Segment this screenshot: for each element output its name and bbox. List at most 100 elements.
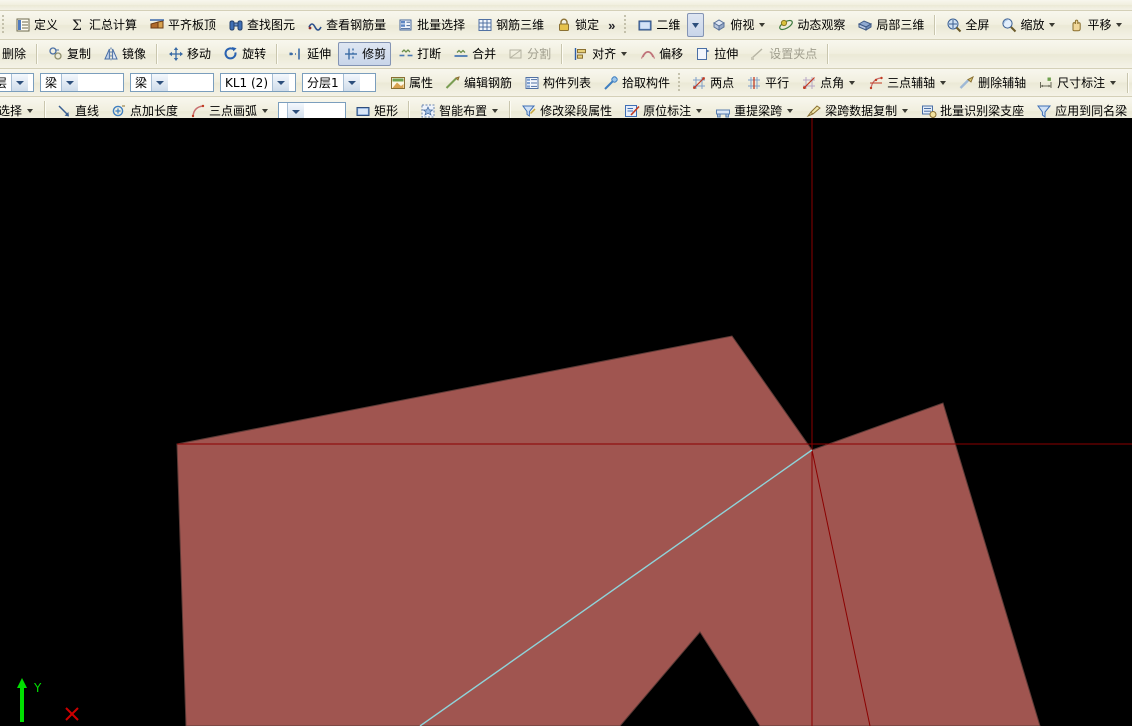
chevron-down-icon[interactable] bbox=[1049, 23, 1056, 27]
axis-gizmo: Y bbox=[8, 660, 88, 724]
toolbar-button-member-list[interactable]: 构件列表 bbox=[519, 71, 596, 95]
toolbar-button-copy-label: 复制 bbox=[67, 47, 92, 61]
toolbar-button-merge-label: 合并 bbox=[472, 47, 497, 61]
mirror-icon bbox=[103, 46, 119, 62]
chevron-down-icon[interactable] bbox=[262, 109, 269, 113]
toolbar-button-top-view[interactable]: 俯视 bbox=[706, 13, 771, 37]
toolbar-button-merge[interactable]: 合并 bbox=[448, 42, 501, 66]
pan-icon bbox=[1068, 17, 1084, 33]
drawing-canvas[interactable]: Y bbox=[0, 118, 1132, 726]
toolbar-button-view-2d[interactable]: 二维 bbox=[632, 13, 685, 37]
toolbar-button-dimension-label: 尺寸标注 bbox=[1057, 75, 1106, 90]
toolbar-button-member-list-label: 构件列表 bbox=[543, 75, 592, 90]
batch-select-icon bbox=[398, 17, 414, 33]
toolbar-button-delete[interactable]: 删除 bbox=[0, 42, 31, 66]
chevron-down-icon[interactable] bbox=[61, 74, 79, 91]
chevron-down-icon[interactable] bbox=[287, 102, 305, 120]
toolbar-button-rebar-3d[interactable]: 钢筋三维 bbox=[472, 13, 549, 37]
layer-selector[interactable]: 层 bbox=[0, 73, 34, 92]
toolbar-button-two-point-axis[interactable]: 两点 bbox=[686, 71, 739, 95]
toolbar-button-delete-axis-label: 删除辅轴 bbox=[978, 75, 1027, 90]
chevron-down-icon[interactable] bbox=[902, 109, 909, 113]
toolbar-button-batch-select[interactable]: 批量选择 bbox=[393, 13, 470, 37]
chevron-down-icon[interactable] bbox=[759, 23, 766, 27]
toolbar-button-view-rebar-qty[interactable]: 查看钢筋量 bbox=[302, 13, 391, 37]
toolbar-button-property[interactable]: 属性 bbox=[385, 71, 438, 95]
chevron-down-icon[interactable] bbox=[940, 80, 947, 85]
toolbar-overflow-chevron[interactable]: » bbox=[605, 18, 618, 33]
trim-icon bbox=[343, 46, 359, 62]
toolbar-button-view-2d-dropdown[interactable] bbox=[687, 13, 705, 37]
toolbar-separator bbox=[1127, 72, 1130, 93]
toolbar-button-edit-rebar-label: 编辑钢筋 bbox=[464, 75, 513, 90]
chevron-down-icon[interactable] bbox=[342, 74, 360, 91]
category-selector[interactable]: 梁 bbox=[40, 73, 124, 92]
type-selector[interactable]: 梁 bbox=[130, 73, 214, 92]
toolbar-button-point-angle-axis-label: 点角 bbox=[820, 75, 845, 90]
toolbar-button-edit-rebar[interactable]: 编辑钢筋 bbox=[440, 71, 517, 95]
rebar-qty-icon bbox=[307, 17, 323, 33]
member-selector[interactable]: KL1 (2) bbox=[220, 73, 296, 92]
toolbar-button-batch-select-label: 批量选择 bbox=[417, 18, 466, 32]
toolbar-button-parallel-axis[interactable]: 平行 bbox=[741, 71, 794, 95]
toolbar-button-rotate-label: 旋转 bbox=[242, 47, 267, 61]
toolbar-button-three-point-axis-label: 三点辅轴 bbox=[887, 75, 936, 90]
toolbar-button-stretch[interactable]: 拉伸 bbox=[690, 42, 743, 66]
toolbar-button-extend[interactable]: 延伸 bbox=[283, 42, 336, 66]
chevron-down-icon[interactable] bbox=[27, 109, 34, 113]
toolbar-button-set-grip-label: 设置夹点 bbox=[769, 47, 818, 61]
chevron-down-icon[interactable] bbox=[1110, 80, 1117, 85]
sublayer-selector[interactable]: 分层1 bbox=[302, 73, 376, 92]
toolbar-button-delete-label: 删除 bbox=[2, 47, 27, 61]
toolbar-button-rotate[interactable]: 旋转 bbox=[218, 42, 271, 66]
toolbar-grip-view[interactable] bbox=[624, 15, 628, 35]
toolbar-button-define-label: 定义 bbox=[34, 18, 59, 32]
toolbar-button-delete-axis[interactable]: 删除辅轴 bbox=[954, 71, 1031, 95]
toolbar-button-dimension[interactable]: 尺寸标注 bbox=[1033, 71, 1122, 95]
toolbar-button-break[interactable]: 打断 bbox=[393, 42, 446, 66]
toolbar-button-three-point-axis[interactable]: 三点辅轴 bbox=[863, 71, 952, 95]
toolbar-button-zoom[interactable]: 缩放 bbox=[996, 13, 1061, 37]
sigma-icon: Σ bbox=[70, 17, 86, 33]
toolbar-button-align-slab-top[interactable]: 平齐板顶 bbox=[144, 13, 221, 37]
toolbar-button-copy[interactable]: 复制 bbox=[43, 42, 96, 66]
fullscreen-icon bbox=[946, 17, 962, 33]
toolbar-button-summary-calc-label: 汇总计算 bbox=[89, 18, 138, 32]
toolbar-button-in-situ-label-label: 原位标注 bbox=[643, 104, 692, 118]
chevron-down-icon[interactable] bbox=[849, 80, 856, 85]
extend-icon bbox=[288, 46, 304, 62]
toolbar-button-break-label: 打断 bbox=[417, 47, 442, 61]
toolbar-button-trim[interactable]: 修剪 bbox=[338, 42, 392, 66]
toolbar-button-fullscreen[interactable]: 全屏 bbox=[941, 13, 994, 37]
layer-selector-value: 层 bbox=[0, 74, 11, 91]
toolbar-button-offset[interactable]: 偏移 bbox=[635, 42, 688, 66]
chevron-down-icon[interactable] bbox=[272, 74, 290, 91]
toolbar-separator bbox=[934, 15, 937, 35]
chevron-down-icon[interactable] bbox=[11, 74, 29, 91]
toolbar-button-mirror[interactable]: 镜像 bbox=[98, 42, 151, 66]
toolbar-button-stretch-label: 拉伸 bbox=[714, 47, 739, 61]
toolbar-grip-axis[interactable] bbox=[678, 72, 682, 93]
chevron-down-icon[interactable] bbox=[696, 109, 703, 113]
toolbar-button-define[interactable]: 定义 bbox=[10, 13, 63, 37]
toolbar-button-pick-member[interactable]: 拾取构件 bbox=[598, 71, 675, 95]
chevron-down-icon[interactable] bbox=[1116, 23, 1123, 27]
toolbar-button-find-element[interactable]: 查找图元 bbox=[223, 13, 300, 37]
toolbar-button-summary-calc[interactable]: Σ 汇总计算 bbox=[65, 13, 142, 37]
toolbar-button-view-rebar-qty-label: 查看钢筋量 bbox=[326, 18, 387, 32]
toolbar-button-lock[interactable]: 锁定 bbox=[551, 13, 604, 37]
toolbar-button-pan[interactable]: 平移 bbox=[1063, 13, 1128, 37]
y-axis-label: Y bbox=[33, 681, 42, 695]
chevron-down-icon[interactable] bbox=[151, 74, 169, 91]
lock-icon bbox=[556, 17, 572, 33]
chevron-down-icon[interactable] bbox=[621, 52, 628, 56]
toolbar-button-local-3d[interactable]: 局部三维 bbox=[852, 13, 929, 37]
toolbar-grip[interactable] bbox=[2, 15, 5, 35]
chevron-down-icon[interactable] bbox=[787, 109, 794, 113]
toolbar-button-point-angle-axis[interactable]: 点角 bbox=[796, 71, 861, 95]
toolbar-button-align[interactable]: 对齐 bbox=[568, 42, 633, 66]
toolbar-button-move[interactable]: 移动 bbox=[163, 42, 216, 66]
toolbar-button-orbit[interactable]: 动态观察 bbox=[773, 13, 850, 37]
chevron-down-icon[interactable] bbox=[492, 109, 499, 113]
toolbar-button-orbit-label: 动态观察 bbox=[797, 18, 846, 32]
